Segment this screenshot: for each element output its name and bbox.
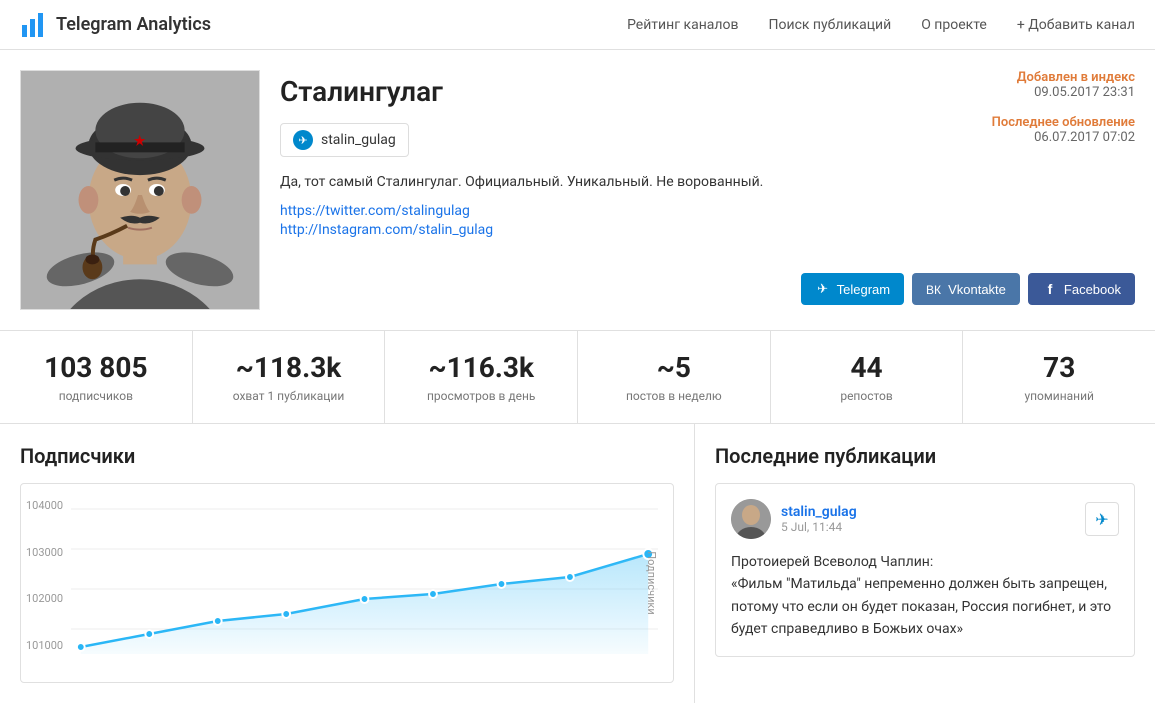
pub-date: 5 Jul, 11:44: [781, 520, 857, 534]
twitter-link[interactable]: https://twitter.com/stalingulag: [280, 203, 1135, 219]
chart-y-labels: 104000 103000 102000 101000: [26, 499, 63, 652]
telegram-button[interactable]: ✈ Telegram: [801, 273, 904, 305]
stat-label: подписчиков: [20, 389, 172, 403]
stat-value: ~116.3k: [405, 351, 557, 384]
social-buttons: ✈ Telegram ВК Vkontakte f Facebook: [801, 273, 1135, 305]
stat-value: ~118.3k: [213, 351, 365, 384]
vkontakte-button[interactable]: ВК Vkontakte: [912, 273, 1020, 305]
handle-text: stalin_gulag: [321, 132, 396, 148]
chart-container: 104000 103000 102000 101000: [20, 483, 674, 683]
subscribers-chart: [71, 499, 658, 659]
y-label-3: 102000: [26, 592, 63, 605]
stat-value: 103 805: [20, 351, 172, 384]
pub-author-info: stalin_gulag 5 Jul, 11:44: [781, 504, 857, 534]
pub-telegram-icon[interactable]: ✈: [1085, 502, 1119, 536]
stat-value: ~5: [598, 351, 750, 384]
stat-item: ~118.3k охват 1 публикации: [193, 331, 386, 423]
profile-image: [20, 70, 260, 310]
channel-handle[interactable]: ✈ stalin_gulag: [280, 123, 409, 157]
instagram-link[interactable]: http://Instagram.com/stalin_gulag: [280, 222, 1135, 238]
stat-item: 103 805 подписчиков: [0, 331, 193, 423]
pub-author: stalin_gulag 5 Jul, 11:44: [731, 499, 857, 539]
right-panel: Последние публикации stalin_gulag 5 Jul,…: [695, 424, 1155, 703]
nav-add-channel[interactable]: + Добавить канал: [1017, 17, 1135, 33]
stat-item: 73 упоминаний: [963, 331, 1155, 423]
updated-date: 06.07.2017 07:02: [992, 130, 1135, 145]
channel-links: https://twitter.com/stalingulag http://I…: [280, 203, 1135, 238]
stat-label: упоминаний: [983, 389, 1135, 403]
stat-label: просмотров в день: [405, 389, 557, 403]
logo-text: Telegram Analytics: [56, 14, 211, 35]
telegram-btn-icon: ✈: [815, 281, 831, 297]
chart-y-axis-label: Подписчики: [645, 551, 658, 614]
pub-text: Протоиерей Всеволод Чаплин: «Фильм "Мати…: [731, 551, 1119, 641]
stat-item: ~5 постов в неделю: [578, 331, 771, 423]
channel-description: Да, тот самый Сталингулаг. Официальный. …: [280, 172, 830, 193]
telegram-handle-icon: ✈: [293, 130, 313, 150]
author-name[interactable]: stalin_gulag: [781, 504, 857, 520]
avatar-svg: [21, 71, 259, 309]
added-label: Добавлен в индекс: [992, 70, 1135, 85]
stat-label: охват 1 публикации: [213, 389, 365, 403]
svg-text:ВК: ВК: [926, 283, 941, 297]
y-label-1: 104000: [26, 499, 63, 512]
nav-search[interactable]: Поиск публикаций: [769, 17, 892, 33]
vkontakte-btn-icon: ВК: [926, 281, 942, 297]
logo[interactable]: Telegram Analytics: [20, 11, 211, 39]
profile-meta: Добавлен в индекс 09.05.2017 23:31 После…: [992, 70, 1135, 160]
stat-item: ~116.3k просмотров в день: [385, 331, 578, 423]
pub-avatar: [731, 499, 771, 539]
stat-value: 73: [983, 351, 1135, 384]
stat-label: постов в неделю: [598, 389, 750, 403]
header: Telegram Analytics Рейтинг каналов Поиск…: [0, 0, 1155, 50]
subscribers-title: Подписчики: [20, 444, 674, 468]
added-date: 09.05.2017 23:31: [992, 85, 1135, 100]
left-panel: Подписчики 104000 103000 102000 101000: [0, 424, 695, 703]
stat-value: 44: [791, 351, 943, 384]
publication-card: stalin_gulag 5 Jul, 11:44 ✈ Протоиерей В…: [715, 483, 1135, 657]
publications-title: Последние публикации: [715, 444, 1135, 468]
profile-section: Сталингулаг ✈ stalin_gulag Да, тот самый…: [0, 50, 1155, 331]
pub-avatar-svg: [731, 499, 771, 539]
nav-ratings[interactable]: Рейтинг каналов: [627, 17, 738, 33]
facebook-button[interactable]: f Facebook: [1028, 273, 1135, 305]
stats-bar: 103 805 подписчиков ~118.3k охват 1 публ…: [0, 331, 1155, 424]
logo-icon: [20, 11, 48, 39]
y-label-2: 103000: [26, 546, 63, 559]
pub-header: stalin_gulag 5 Jul, 11:44 ✈: [731, 499, 1119, 539]
stat-item: 44 репостов: [771, 331, 964, 423]
facebook-btn-icon: f: [1042, 281, 1058, 297]
nav-about[interactable]: О проекте: [921, 17, 987, 33]
stat-label: репостов: [791, 389, 943, 403]
updated-label: Последнее обновление: [992, 115, 1135, 130]
main-content: Подписчики 104000 103000 102000 101000: [0, 424, 1155, 703]
header-nav: Рейтинг каналов Поиск публикаций О проек…: [627, 17, 1135, 33]
